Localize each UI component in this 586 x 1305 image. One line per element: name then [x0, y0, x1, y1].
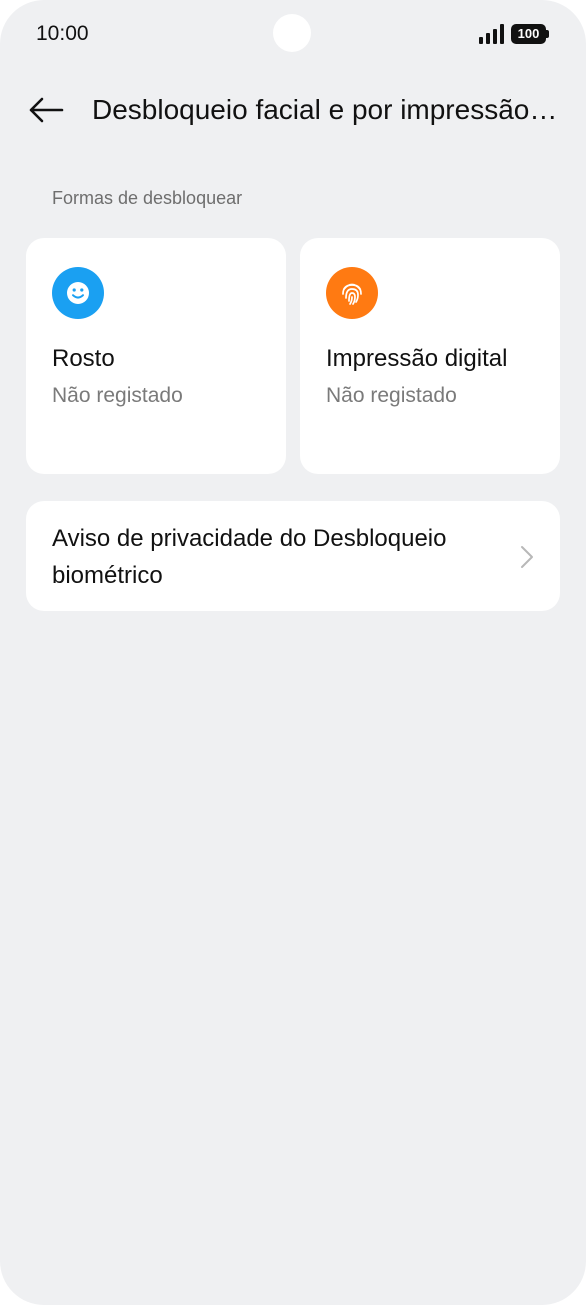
face-unlock-title: Rosto: [52, 345, 115, 372]
fingerprint-unlock-card[interactable]: Impressão digital Não registado: [300, 238, 560, 474]
camera-cutout: [273, 14, 311, 52]
face-unlock-status: Não registado: [52, 384, 183, 407]
battery-level: 100: [511, 24, 546, 44]
screen: 10:00 100 Desbloqueio facial e por impre…: [0, 0, 586, 1305]
privacy-notice-label: Aviso de privacidade do Desbloqueio biom…: [52, 525, 447, 589]
face-unlock-card[interactable]: Rosto Não registado: [26, 238, 286, 474]
status-bar: 10:00 100: [0, 0, 586, 68]
privacy-notice-item[interactable]: Aviso de privacidade do Desbloqueio biom…: [26, 501, 560, 611]
fingerprint-unlock-title: Impressão digital: [326, 345, 508, 372]
header: Desbloqueio facial e por impressão digit…: [0, 80, 586, 140]
signal-icon: [479, 24, 504, 44]
back-button[interactable]: [24, 88, 68, 132]
chevron-right-icon: [521, 546, 533, 568]
fingerprint-icon: [326, 267, 378, 319]
battery-icon: 100: [511, 24, 549, 44]
arrow-left-icon: [29, 97, 64, 123]
fingerprint-unlock-status: Não registado: [326, 384, 457, 407]
page-title: Desbloqueio facial e por impressão digit…: [92, 94, 562, 125]
status-time: 10:00: [36, 22, 89, 45]
section-label: Formas de desbloquear: [52, 188, 243, 208]
face-icon: [52, 267, 104, 319]
